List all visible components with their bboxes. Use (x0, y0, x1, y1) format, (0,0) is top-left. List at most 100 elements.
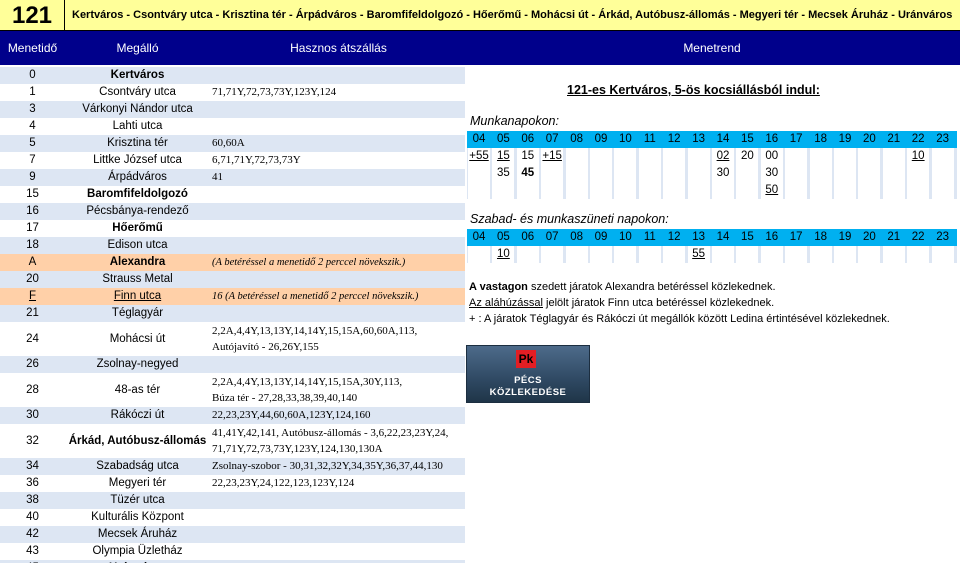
transfer-line: 71,71Y,72,73,73Y,123Y,124 (212, 86, 337, 98)
stop-row: 24 Mohácsi út 2,2A,4,4Y,13,13Y,14,14Y,15,1… (0, 322, 465, 356)
transfer-line: 6,71,71Y,72,73,73Y (212, 154, 301, 166)
stop-minutes: 24 (26, 333, 39, 345)
hour-cell: 17 (789, 231, 803, 243)
stop-row: 1 Csontváry utca 71,71Y,72,73,73Y,123Y,124 (0, 84, 465, 101)
stop-minutes: 40 (26, 511, 39, 523)
stop-transfers: 6,71,71Y,72,73,73Y (212, 152, 465, 169)
departure-minute (540, 165, 564, 182)
stop-transfers: Zsolnay-szobor - 30,31,32,32Y,34,35Y,36,… (212, 458, 465, 475)
stop-row: 43 Olympia Üzletház (0, 543, 465, 560)
hour-cell: 05 (496, 231, 510, 243)
departure-minute (931, 182, 955, 199)
stop-name: Kulturális Központ (91, 511, 184, 523)
departure-minute: 10 (911, 150, 925, 162)
stop-row: 40 Kulturális Központ (0, 509, 465, 526)
departure-minute (638, 246, 662, 263)
transfer-line: 16 (A betéréssel a menetidő 2 perccel nö… (212, 291, 419, 302)
departure-row: +55 15 15 +15 02 20 00 10 (467, 148, 957, 165)
departure-minute (906, 165, 930, 182)
stop-name: Baromfifeldolgozó (87, 188, 188, 200)
stop-minutes: 5 (29, 137, 36, 149)
departure-minute (784, 182, 808, 199)
stop-minutes: 7 (29, 154, 36, 166)
stop-name: Pécsbánya-rendező (86, 205, 189, 217)
stop-name: Finn utca (113, 290, 162, 302)
stop-transfers: 22,23,23Y,44,60,60A,123Y,124,160 (212, 407, 465, 424)
departure-minute (613, 246, 637, 263)
hour-cell: 13 (692, 231, 705, 243)
departure-minute (491, 182, 515, 199)
stop-minutes: 1 (29, 86, 36, 98)
departure-minute (784, 148, 808, 165)
departure-minute (882, 148, 906, 165)
stop-name: 48-as tér (114, 384, 161, 396)
stop-row: F Finn utca 16 (A betéréssel a menetidő 2 … (0, 288, 465, 305)
hour-cell: 12 (667, 133, 681, 145)
departure-minute (638, 165, 662, 182)
departure-minute (613, 148, 637, 165)
departure-minute (931, 165, 955, 182)
stop-transfers: (A betéréssel a menetidő 2 perccel növek… (212, 254, 465, 271)
hour-cell: 22 (911, 231, 925, 243)
transfer-line: 22,23,23Y,24,122,123,123Y,124 (212, 477, 355, 489)
stop-name: Téglagyár (111, 307, 164, 319)
stop-row: 4 Lahti utca (0, 118, 465, 135)
departure-minute (662, 148, 686, 165)
stop-minutes: 26 (26, 358, 39, 370)
stop-name: Littke József utca (93, 154, 182, 166)
stop-name: Csontváry utca (99, 86, 176, 98)
departure-row: 35 45 30 30 (467, 165, 957, 182)
departure-minute (516, 246, 540, 263)
stop-row: 16 Pécsbánya-rendező (0, 203, 465, 220)
stop-row: 0 Kertváros (0, 67, 465, 84)
departure-minute: 45 (521, 167, 535, 179)
stop-row: 42 Mecsek Áruház (0, 526, 465, 543)
departure-minute (516, 182, 540, 199)
hour-cell: 15 (740, 231, 754, 243)
hour-row: 04 05 06 07 08 09 10 11 12 13 14 15 16 17 18 19 20 21 22 23 (467, 229, 957, 246)
pecs-kozlekedese-logo: Pk PÉCS KÖZLEKEDÉSE (466, 345, 590, 403)
stop-row: 5 Krisztina tér 60,60A (0, 135, 465, 152)
transfer-line: 60,60A (212, 137, 245, 149)
departure-minute (809, 182, 833, 199)
transfer-line: 2,2A,4,4Y,13,13Y,14,14Y,15,15A,60,60A,11… (212, 325, 418, 337)
stop-minutes: 30 (26, 409, 39, 421)
departure-minute (565, 246, 589, 263)
pk-logo-icon: Pk (516, 350, 536, 368)
stop-minutes: A (28, 256, 37, 268)
departure-minute (833, 165, 857, 182)
stop-row: A Alexandra (A betéréssel a menetidő 2 per… (0, 254, 465, 271)
logo-line1: PÉCS (514, 375, 542, 386)
departure-minute: 00 (765, 150, 779, 162)
departure-minute (784, 246, 808, 263)
hour-row: 04 05 06 07 08 09 10 11 12 13 14 15 16 17 18 19 20 21 22 23 (467, 131, 957, 148)
stop-name: Strauss Metal (102, 273, 173, 285)
hour-cell: 19 (838, 231, 852, 243)
hour-cell: 15 (740, 133, 754, 145)
note-underline: Az aláhúzással jelölt járatok Finn utca … (469, 297, 774, 309)
departure-minute (589, 182, 613, 199)
departure-minute (662, 165, 686, 182)
stop-transfers: 2,2A,4,4Y,13,13Y,14,14Y,15,15A,30Y,113, B… (212, 373, 465, 406)
transfer-line: Búza tér - 27,28,33,38,39,40,140 (212, 392, 358, 404)
hour-cell: 09 (594, 133, 608, 145)
stop-transfers: 41,41Y,42,141, Autóbusz-állomás - 3,6,22… (212, 424, 465, 457)
route-number: 121 (0, 0, 65, 31)
departure-minute: 10 (496, 248, 510, 260)
departure-minute (589, 246, 613, 263)
departure-minute (833, 182, 857, 199)
departure-minute (857, 246, 881, 263)
stop-row: 38 Tüzér utca (0, 492, 465, 509)
hour-cell: 16 (765, 133, 779, 145)
stop-name: Megyeri tér (108, 477, 167, 489)
departure-minute (809, 246, 833, 263)
stop-name: Krisztina tér (107, 137, 168, 149)
hour-cell: 09 (594, 231, 608, 243)
stop-row: 32 Árkád, Autóbusz-állomás 41,41Y,42,141, … (0, 424, 465, 458)
stop-row: 15 Baromfifeldolgozó (0, 186, 465, 203)
stop-name: Rákóczi út (110, 409, 165, 421)
stop-minutes: 17 (26, 222, 39, 234)
transfer-line: 22,23,23Y,44,60,60A,123Y,124,160 (212, 409, 371, 421)
hour-cell: 11 (643, 133, 656, 145)
weekday-title: Munkanapokon: (470, 114, 559, 128)
